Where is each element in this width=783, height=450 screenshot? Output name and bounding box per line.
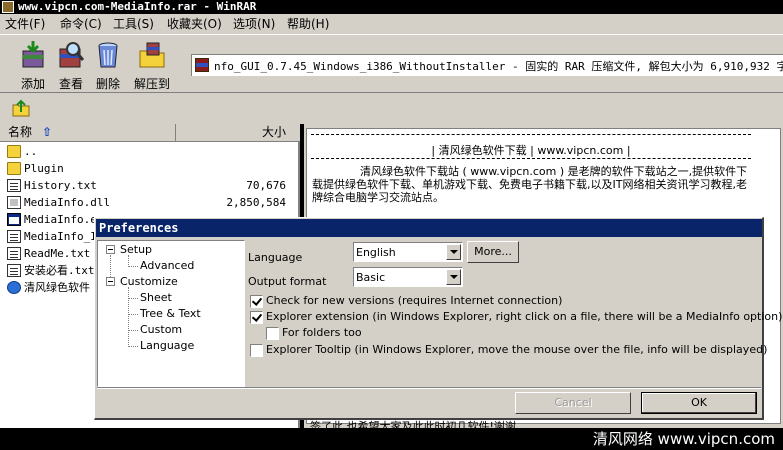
file-name: History.txt xyxy=(24,179,97,192)
watermark: 清风网络 www.vipcn.com xyxy=(592,430,775,448)
text-file-icon xyxy=(7,264,21,277)
folder-icon xyxy=(7,162,21,175)
menu-favorites[interactable]: 收藏夹(O) xyxy=(167,16,222,32)
menu-file[interactable]: 文件(F) xyxy=(5,16,45,32)
navigation-bar xyxy=(0,92,783,124)
web-shortcut-icon xyxy=(7,281,21,294)
comment-divider xyxy=(311,134,751,135)
menu-bar: 文件(F) 命令(C) 工具(S) 收藏夹(O) 选项(N) 帮助(H) xyxy=(0,14,783,34)
rar-archive-icon xyxy=(195,58,209,72)
file-name: ReadMe.txt xyxy=(24,247,91,260)
tree-connector xyxy=(128,330,138,331)
tree-connector xyxy=(128,314,138,315)
sort-up-arrow-icon: ⇧ xyxy=(42,125,53,139)
tree-connector xyxy=(128,346,138,347)
file-row[interactable]: MediaInfo.dll 2,850,584 xyxy=(0,194,296,211)
file-name: 清风绿色软件 xyxy=(24,281,90,294)
tree-item-setup[interactable]: Setup xyxy=(120,242,152,257)
collapse-icon[interactable] xyxy=(106,277,115,286)
output-format-label: Output format xyxy=(248,275,327,288)
text-file-icon xyxy=(7,247,21,260)
text-file-icon xyxy=(7,179,21,192)
output-format-select[interactable]: Basic xyxy=(353,267,463,287)
add-archive-icon xyxy=(22,41,44,68)
extract-folder-icon xyxy=(139,42,165,68)
extract-button-label: 解压到 xyxy=(133,77,170,91)
folder-icon xyxy=(7,145,21,158)
title-bar: www.vipcn.com-MediaInfo.rar - WinRAR xyxy=(0,0,783,14)
window-title: www.vipcn.com-MediaInfo.rar - WinRAR xyxy=(18,0,257,13)
file-name: .. xyxy=(24,145,38,158)
explorer-extension-label: Explorer extension (in Windows Explorer,… xyxy=(266,310,783,323)
language-select-value: English xyxy=(356,246,396,259)
archive-path-text: nfo_GUI_0.7.45_Windows_i386_WithoutInsta… xyxy=(214,60,783,73)
file-row[interactable]: .. xyxy=(0,143,296,160)
comment-divider xyxy=(311,158,751,159)
text-file-icon xyxy=(7,230,21,243)
file-size: 2,850,584 xyxy=(226,196,286,209)
tree-item-sheet[interactable]: Sheet xyxy=(140,290,172,305)
explorer-extension-checkbox[interactable] xyxy=(250,311,263,324)
file-name: 安装必看.txt xyxy=(24,264,95,277)
exe-file-icon xyxy=(7,213,21,226)
extract-button[interactable]: 解压到 xyxy=(133,39,171,91)
file-list-header: 名称 ⇧ 大小 xyxy=(0,124,300,142)
output-format-select-value: Basic xyxy=(356,271,386,284)
column-header-size[interactable]: 大小 xyxy=(176,124,300,142)
status-bar: 清风网络 www.vipcn.com xyxy=(0,428,783,450)
preferences-tree: Setup Advanced Customize Sheet Tree & Te… xyxy=(97,240,245,387)
for-folders-label: For folders too xyxy=(282,326,362,339)
file-name: MediaInfo.dll xyxy=(24,196,111,209)
tree-connector xyxy=(128,287,129,347)
dialog-title: Preferences xyxy=(96,219,762,237)
for-folders-checkbox[interactable] xyxy=(266,327,279,340)
delete-button-label: 删除 xyxy=(95,77,120,91)
up-folder-icon[interactable] xyxy=(12,99,30,117)
menu-help[interactable]: 帮助(H) xyxy=(287,16,329,32)
tree-connector xyxy=(128,298,138,299)
file-row[interactable]: History.txt 70,676 xyxy=(0,177,296,194)
cancel-button[interactable]: Cancel xyxy=(515,392,631,414)
tree-item-tree-text[interactable]: Tree & Text xyxy=(140,306,201,321)
more-button[interactable]: More... xyxy=(467,241,519,263)
file-row[interactable]: Plugin xyxy=(0,160,296,177)
view-magnifier-icon xyxy=(59,42,84,68)
column-name-label: 名称 xyxy=(8,125,33,139)
language-label: Language xyxy=(248,251,303,264)
delete-button[interactable]: 删除 xyxy=(89,39,127,91)
file-name: MediaInfo_In xyxy=(24,230,104,243)
check-versions-label: Check for new versions (requires Interne… xyxy=(266,294,563,307)
dialog-separator xyxy=(97,387,761,389)
explorer-tooltip-label: Explorer Tooltip (in Windows Explorer, m… xyxy=(266,343,768,356)
menu-tools[interactable]: 工具(S) xyxy=(113,16,154,32)
language-select[interactable]: English xyxy=(353,242,463,262)
chevron-down-icon[interactable] xyxy=(446,269,461,285)
dll-file-icon xyxy=(7,196,21,209)
check-versions-checkbox[interactable] xyxy=(250,295,263,308)
tree-item-language[interactable]: Language xyxy=(140,338,194,353)
winrar-app-icon xyxy=(2,1,14,13)
preferences-dialog: Preferences Setup Advanced Customize She… xyxy=(94,217,782,420)
tree-item-customize[interactable]: Customize xyxy=(120,274,178,289)
collapse-icon[interactable] xyxy=(106,245,115,254)
menu-options[interactable]: 选项(N) xyxy=(233,16,275,32)
explorer-tooltip-checkbox[interactable] xyxy=(250,344,263,357)
file-size: 70,676 xyxy=(246,179,286,192)
column-header-name[interactable]: 名称 ⇧ xyxy=(0,124,176,142)
comment-site-line: | 清风绿色软件下载 | www.vipcn.com | xyxy=(431,144,631,157)
chevron-down-icon[interactable] xyxy=(446,244,461,260)
comment-paragraph: 清风绿色软件下载站 ( www.vipcn.com ) 是老牌的软件下载站之一,… xyxy=(312,165,748,204)
tree-connector xyxy=(128,266,138,267)
tree-item-advanced[interactable]: Advanced xyxy=(140,258,194,273)
tree-item-custom[interactable]: Custom xyxy=(140,322,182,337)
file-name: MediaInfo.ex xyxy=(24,213,104,226)
ok-button[interactable]: OK xyxy=(641,392,757,414)
menu-commands[interactable]: 命令(C) xyxy=(60,16,102,32)
archive-path-field[interactable]: nfo_GUI_0.7.45_Windows_i386_WithoutInsta… xyxy=(191,54,783,76)
file-name: Plugin xyxy=(24,162,64,175)
delete-trash-icon xyxy=(98,42,118,68)
